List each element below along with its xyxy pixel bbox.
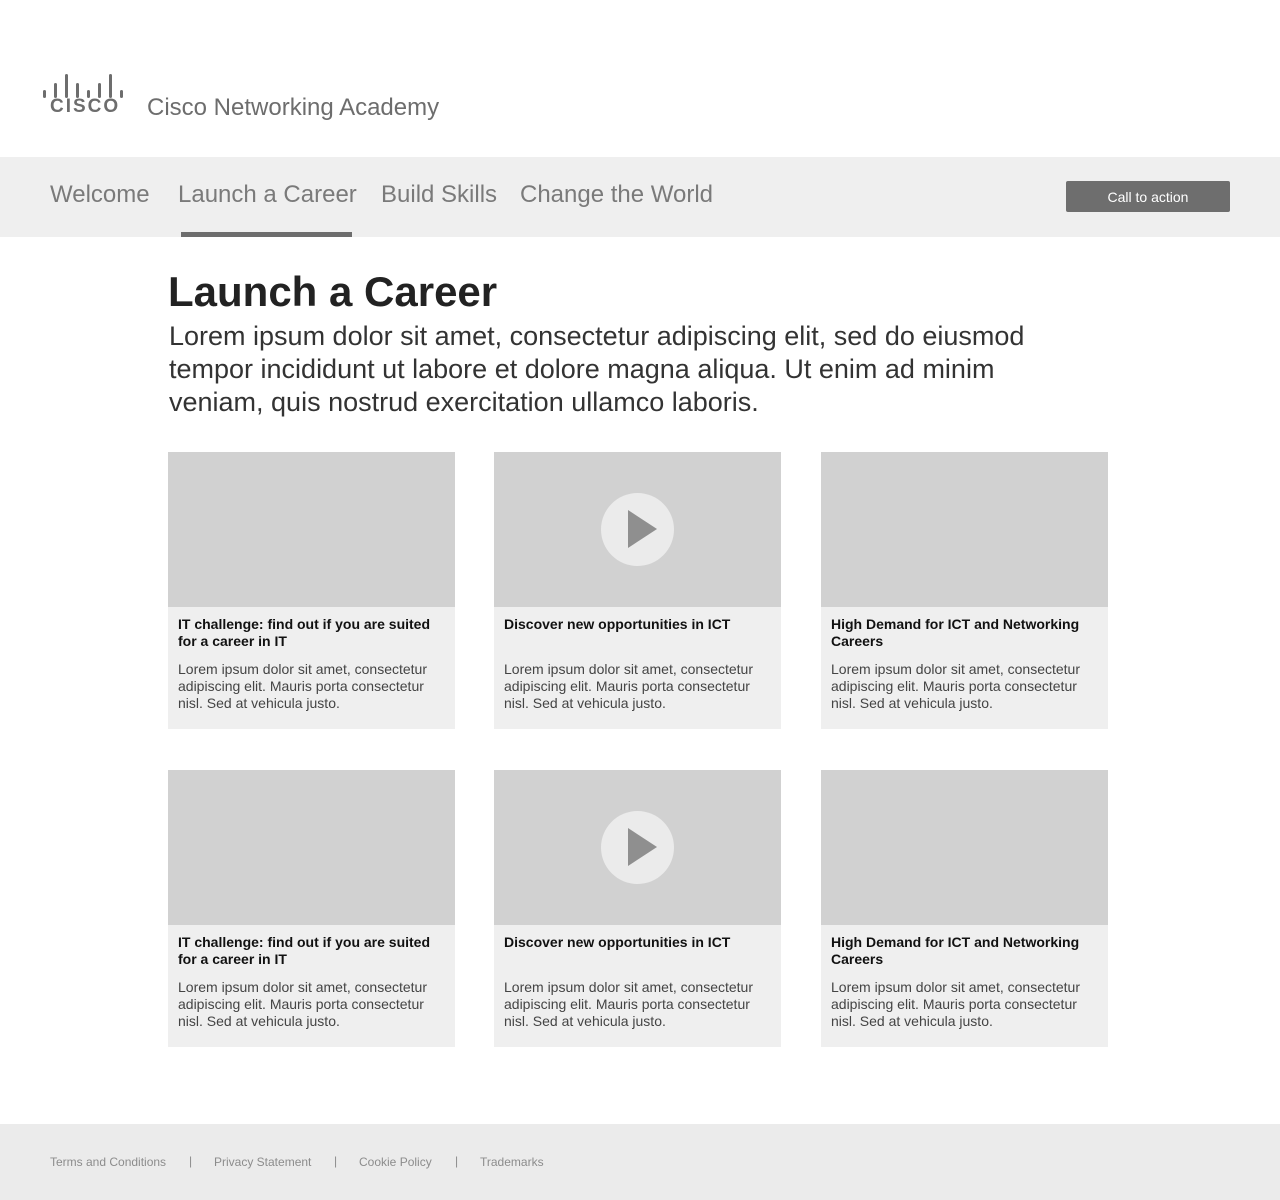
card-title: Discover new opportunities in ICT [504, 934, 731, 950]
site-footer: Terms and Conditions | Privacy Statement… [0, 1124, 1280, 1200]
cisco-wordmark: CISCO [50, 96, 121, 117]
card-discover-opportunities[interactable]: Discover new opportunities in ICT Lorem … [494, 770, 781, 1047]
play-icon[interactable] [601, 493, 674, 566]
card-body: Lorem ipsum dolor sit amet, consectetur … [504, 661, 753, 711]
nav-item-change-the-world[interactable]: Change the World [520, 181, 713, 209]
card-discover-opportunities[interactable]: Discover new opportunities in ICT Lorem … [494, 452, 781, 729]
card-video-placeholder [494, 770, 781, 925]
card-title: IT challenge: find out if you are suited… [178, 616, 431, 649]
footer-separator: | [455, 1154, 459, 1168]
page-title: Launch a Career [168, 268, 498, 315]
card-high-demand[interactable]: High Demand for ICT and Networking Caree… [821, 452, 1108, 729]
nav-item-build-skills[interactable]: Build Skills [381, 181, 497, 209]
footer-link-terms[interactable]: Terms and Conditions [50, 1155, 166, 1169]
active-nav-indicator [181, 232, 352, 237]
main-nav: Welcome Launch a Career Build Skills Cha… [0, 157, 1280, 237]
card-image-placeholder [821, 452, 1108, 607]
card-it-challenge[interactable]: IT challenge: find out if you are suited… [168, 770, 455, 1047]
nav-item-launch-a-career[interactable]: Launch a Career [178, 181, 357, 209]
footer-link-cookie-policy[interactable]: Cookie Policy [359, 1155, 432, 1169]
footer-separator: | [334, 1154, 338, 1168]
footer-link-trademarks[interactable]: Trademarks [480, 1155, 544, 1169]
play-icon[interactable] [601, 811, 674, 884]
page-intro: Lorem ipsum dolor sit amet, consectetur … [169, 321, 1025, 417]
card-image-placeholder [821, 770, 1108, 925]
card-title: Discover new opportunities in ICT [504, 616, 731, 632]
card-body: Lorem ipsum dolor sit amet, consectetur … [178, 979, 427, 1029]
card-title: High Demand for ICT and Networking Caree… [831, 616, 1080, 649]
card-image-placeholder [168, 452, 455, 607]
card-body: Lorem ipsum dolor sit amet, consectetur … [831, 661, 1080, 711]
cisco-logo[interactable]: CISCO [42, 74, 124, 118]
card-body: Lorem ipsum dolor sit amet, consectetur … [178, 661, 427, 711]
card-it-challenge[interactable]: IT challenge: find out if you are suited… [168, 452, 455, 729]
nav-item-welcome[interactable]: Welcome [50, 181, 150, 209]
site-header: CISCO Cisco Networking Academy [0, 0, 1280, 157]
card-high-demand[interactable]: High Demand for ICT and Networking Caree… [821, 770, 1108, 1047]
cisco-bars-icon [42, 74, 124, 98]
card-title: High Demand for ICT and Networking Caree… [831, 934, 1080, 967]
footer-link-privacy[interactable]: Privacy Statement [214, 1155, 311, 1169]
card-title: IT challenge: find out if you are suited… [178, 934, 431, 967]
card-body: Lorem ipsum dolor sit amet, consectetur … [504, 979, 753, 1029]
call-to-action-button[interactable]: Call to action [1066, 181, 1230, 212]
card-video-placeholder [494, 452, 781, 607]
card-body: Lorem ipsum dolor sit amet, consectetur … [831, 979, 1080, 1029]
brand-name: Cisco Networking Academy [147, 94, 440, 121]
footer-separator: | [189, 1154, 193, 1168]
card-image-placeholder [168, 770, 455, 925]
